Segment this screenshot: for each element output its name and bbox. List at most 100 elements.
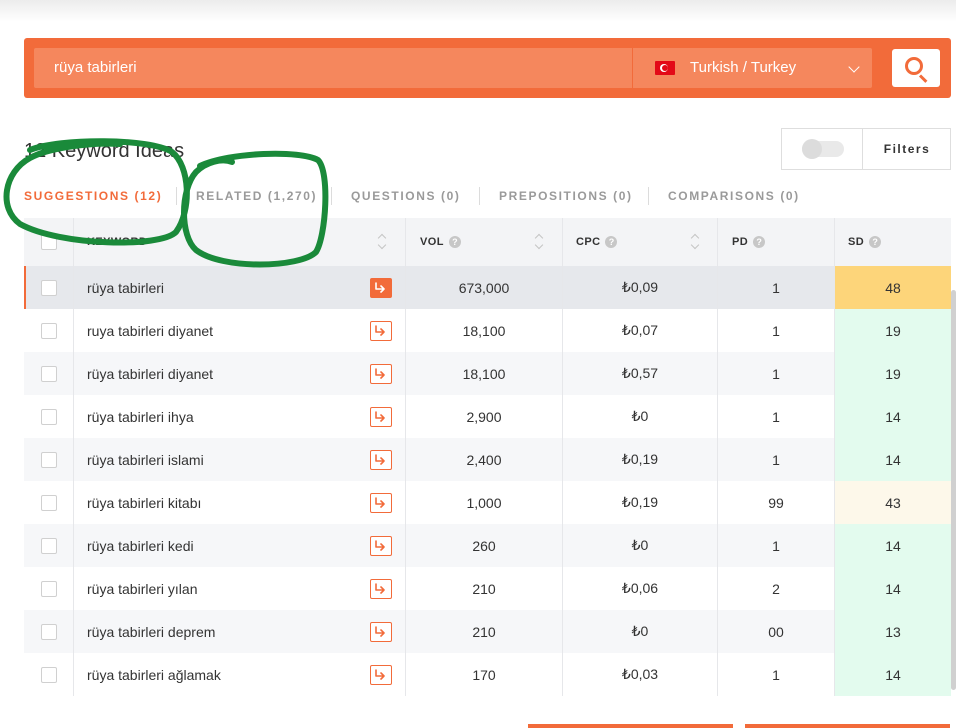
- search-button[interactable]: [892, 49, 940, 87]
- goto-arrow-icon[interactable]: [370, 364, 392, 384]
- table-row[interactable]: rüya tabirleri ihya 2,900 ₺0 1 14: [24, 395, 951, 438]
- keyword-cell[interactable]: rüya tabirleri kedi: [87, 524, 194, 567]
- tab-questions[interactable]: QUESTIONS (0): [351, 183, 460, 209]
- cpc-cell: ₺0,09: [621, 279, 659, 295]
- row-checkbox[interactable]: [41, 408, 57, 425]
- table-row[interactable]: rüya tabirleri yılan 210 ₺0,06 2 14: [24, 567, 951, 610]
- table-row[interactable]: rüya tabirleri islami 2,400 ₺0,19 1 14: [24, 438, 951, 481]
- goto-arrow-icon[interactable]: [370, 450, 392, 470]
- column-divider: [834, 218, 835, 266]
- goto-arrow-icon[interactable]: [370, 622, 392, 642]
- keyword-cell[interactable]: rüya tabirleri deprem: [87, 610, 215, 653]
- keyword-cell[interactable]: rüya tabirleri: [87, 266, 164, 309]
- sort-keyword-icon[interactable]: [377, 233, 387, 251]
- table-row[interactable]: rüya tabirleri deprem 210 ₺0 00 13: [24, 610, 951, 653]
- cpc-cell: ₺0,07: [621, 322, 659, 338]
- tab-separator: [648, 187, 649, 205]
- row-select-cell: [41, 352, 57, 395]
- header-sd-label: SD: [848, 236, 865, 248]
- keyword-cell[interactable]: rüya tabirleri yılan: [87, 567, 198, 610]
- sd-cell: 14: [835, 524, 951, 567]
- sd-cell: 14: [835, 395, 951, 438]
- header-cpc[interactable]: CPC?: [576, 218, 618, 266]
- info-icon[interactable]: ?: [448, 236, 461, 248]
- row-checkbox[interactable]: [41, 322, 57, 339]
- keyword-cell[interactable]: rüya tabirleri islami: [87, 438, 204, 481]
- tab-separator: [331, 187, 332, 205]
- keyword-cell[interactable]: rüya tabirleri diyanet: [87, 352, 213, 395]
- keyword-cell[interactable]: rüya tabirleri ihya: [87, 395, 194, 438]
- table-row[interactable]: rüya tabirleri kedi 260 ₺0 1 14: [24, 524, 951, 567]
- header-cell-select: [41, 218, 57, 266]
- sd-cell: 14: [835, 567, 951, 610]
- sort-vol-icon[interactable]: [534, 233, 544, 251]
- sd-cell: 19: [835, 352, 951, 395]
- volume-cell: 2,900: [466, 408, 502, 425]
- row-checkbox[interactable]: [41, 580, 57, 597]
- column-divider: [73, 352, 74, 395]
- column-divider: [73, 567, 74, 610]
- chevron-down-icon: [848, 61, 860, 73]
- search-input[interactable]: rüya tabirleri: [34, 48, 632, 88]
- pd-cell: 1: [772, 451, 780, 468]
- column-divider: [73, 481, 74, 524]
- search-icon-handle: [918, 74, 928, 83]
- row-checkbox[interactable]: [41, 279, 57, 296]
- tab-comparisons[interactable]: COMPARISONS (0): [668, 183, 800, 209]
- table-row[interactable]: rüya tabirleri 673,000 ₺0,09 1 48: [24, 266, 951, 309]
- language-label: Turkish / Turkey: [690, 59, 797, 76]
- top-shadow: [0, 0, 956, 22]
- goto-arrow-icon[interactable]: [370, 407, 392, 427]
- keyword-cell[interactable]: ruya tabirleri diyanet: [87, 309, 213, 352]
- cpc-cell: ₺0: [631, 623, 649, 639]
- goto-arrow-icon[interactable]: [370, 493, 392, 513]
- select-all-checkbox[interactable]: [41, 234, 57, 250]
- table-row[interactable]: rüya tabirleri kitabı 1,000 ₺0,19 99 43: [24, 481, 951, 524]
- info-icon[interactable]: ?: [753, 236, 766, 248]
- row-select-cell: [41, 395, 57, 438]
- tab-related[interactable]: RELATED (1,270): [196, 183, 317, 209]
- row-checkbox[interactable]: [41, 451, 57, 468]
- info-icon[interactable]: ?: [869, 236, 882, 248]
- sort-cpc-icon[interactable]: [690, 233, 700, 251]
- cpc-cell: ₺0,06: [621, 580, 659, 596]
- table-row[interactable]: rüya tabirleri ağlamak 170 ₺0,03 1 14: [24, 653, 951, 696]
- header-sd[interactable]: SD?: [848, 218, 882, 266]
- goto-arrow-icon[interactable]: [370, 665, 392, 685]
- volume-cell: 210: [472, 580, 496, 597]
- header-pd[interactable]: PD?: [732, 218, 766, 266]
- table-row[interactable]: ruya tabirleri diyanet 18,100 ₺0,07 1 19: [24, 309, 951, 352]
- bottom-button-right[interactable]: [745, 724, 950, 728]
- row-checkbox[interactable]: [41, 494, 57, 511]
- filters-toggle[interactable]: [802, 139, 844, 159]
- pd-cell: 99: [768, 494, 784, 511]
- row-checkbox[interactable]: [41, 537, 57, 554]
- header-keyword[interactable]: KEYWORD: [87, 218, 147, 266]
- keyword-cell[interactable]: rüya tabirleri ağlamak: [87, 653, 221, 696]
- pd-cell: 2: [772, 580, 780, 597]
- goto-arrow-icon[interactable]: [370, 536, 392, 556]
- keyword-ideas-count: 12 Keyword Ideas: [24, 140, 185, 162]
- row-checkbox[interactable]: [41, 365, 57, 382]
- goto-arrow-icon[interactable]: [370, 321, 392, 341]
- row-checkbox[interactable]: [41, 623, 57, 640]
- bottom-button-left[interactable]: [528, 724, 733, 728]
- header-pd-label: PD: [732, 236, 749, 248]
- filters-button[interactable]: Filters: [863, 129, 951, 169]
- info-icon[interactable]: ?: [605, 236, 618, 248]
- header-vol[interactable]: VOL?: [420, 218, 461, 266]
- pd-cell: 1: [772, 408, 780, 425]
- sd-cell: 13: [835, 610, 951, 653]
- language-select[interactable]: Turkish / Turkey: [633, 48, 872, 88]
- goto-arrow-icon[interactable]: [370, 278, 392, 298]
- column-divider: [73, 395, 74, 438]
- pd-cell: 1: [772, 365, 780, 382]
- goto-arrow-icon[interactable]: [370, 579, 392, 599]
- table-row[interactable]: rüya tabirleri diyanet 18,100 ₺0,57 1 19: [24, 352, 951, 395]
- cpc-cell: ₺0,19: [621, 451, 659, 467]
- tab-suggestions[interactable]: SUGGESTIONS (12): [24, 183, 162, 209]
- keyword-cell[interactable]: rüya tabirleri kitabı: [87, 481, 201, 524]
- tab-prepositions[interactable]: PREPOSITIONS (0): [499, 183, 633, 209]
- row-checkbox[interactable]: [41, 666, 57, 683]
- scrollbar[interactable]: [951, 290, 956, 690]
